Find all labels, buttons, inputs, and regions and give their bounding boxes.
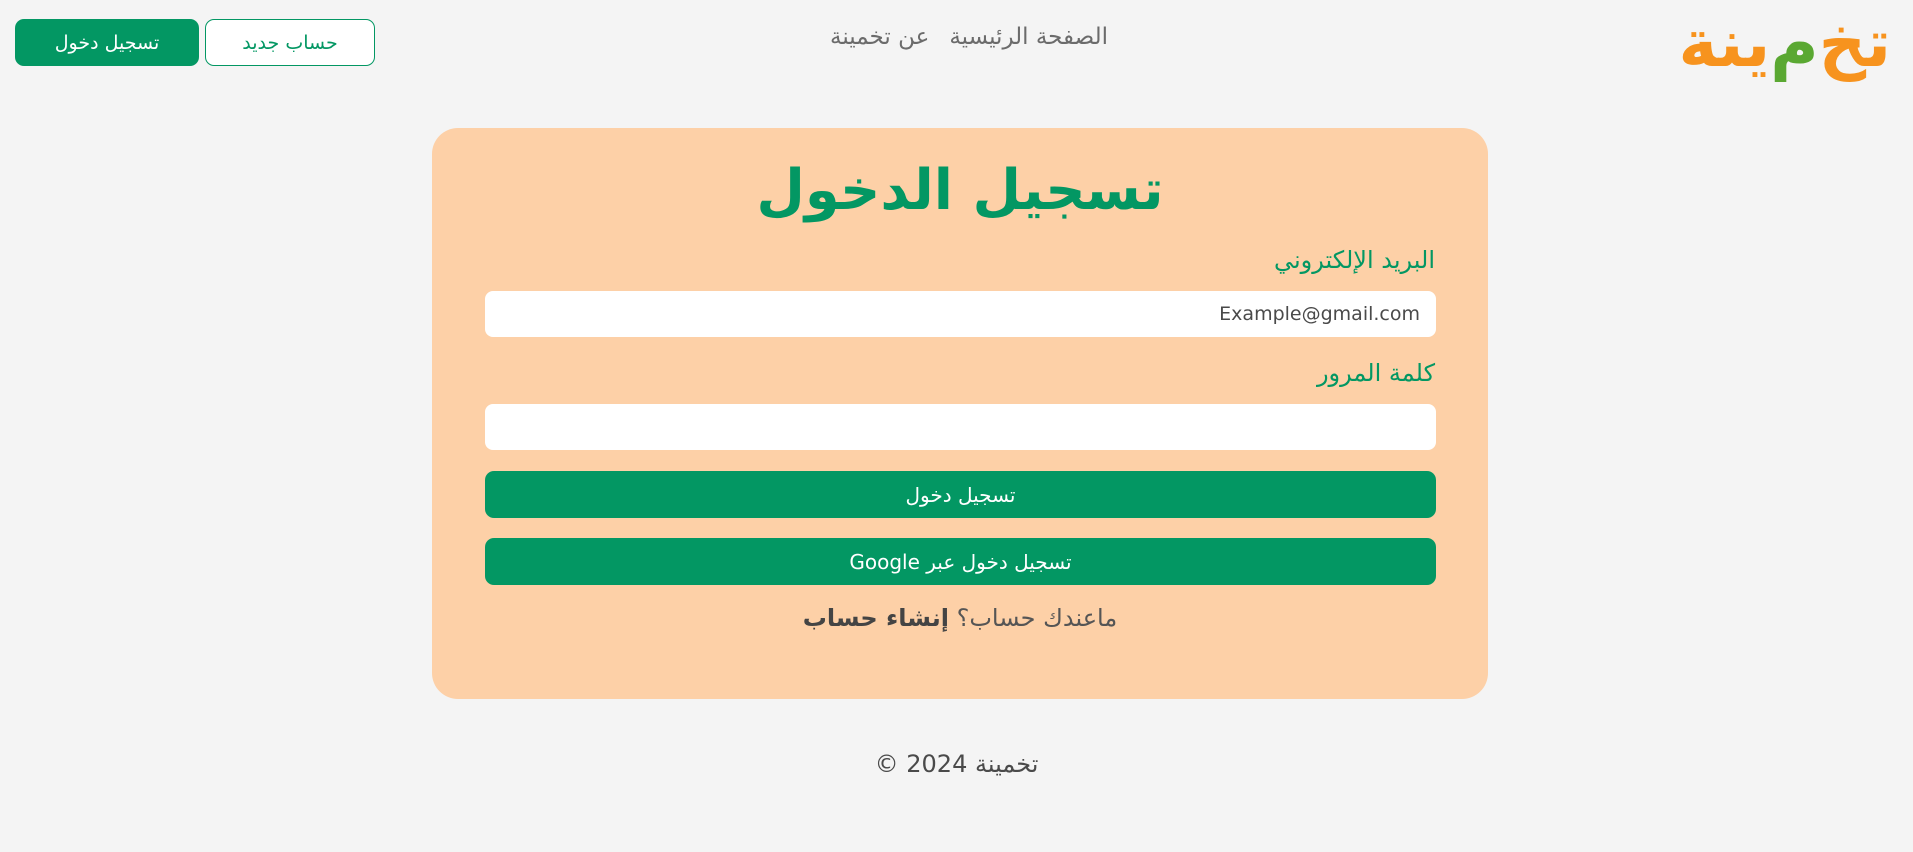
nav-home-link[interactable]: الصفحة الرئيسية [949,24,1108,50]
header-signup-button[interactable]: حساب جديد [205,19,375,66]
footer-copyright: تخمينة 2024 © [874,750,1039,778]
logo-part-2: م [1770,5,1820,82]
logo-part-1: تخ [1818,5,1893,82]
nav-about-link[interactable]: عن تخمينة [830,24,929,50]
login-page: تخ م ينة الصفحة الرئيسية عن تخمينة تسجيل د… [0,0,1913,852]
email-field[interactable] [485,291,1436,337]
logo-part-3: ينة [1678,5,1773,82]
page-title: تسجيل الدخول [756,158,1164,223]
header-auth-buttons: تسجيل دخول حساب جديد [15,19,375,66]
site-logo[interactable]: تخ م ينة [1678,2,1893,86]
main-nav: الصفحة الرئيسية عن تخمينة [830,24,1108,50]
no-account-text: ماعندك حساب؟ [956,604,1118,632]
header-login-button[interactable]: تسجيل دخول [15,19,199,66]
create-account-link[interactable]: إنشاء حساب [803,604,949,632]
email-label: البريد الإلكتروني [1273,246,1435,274]
google-login-button[interactable]: تسجيل دخول عبر Google [485,538,1436,585]
signup-prompt: ماعندك حساب؟ إنشاء حساب [432,604,1488,632]
login-submit-button[interactable]: تسجيل دخول [485,471,1436,518]
password-label: كلمة المرور [1316,359,1435,387]
password-field[interactable] [485,404,1436,450]
login-card: تسجيل الدخول البريد الإلكتروني كلمة المر… [432,128,1488,699]
